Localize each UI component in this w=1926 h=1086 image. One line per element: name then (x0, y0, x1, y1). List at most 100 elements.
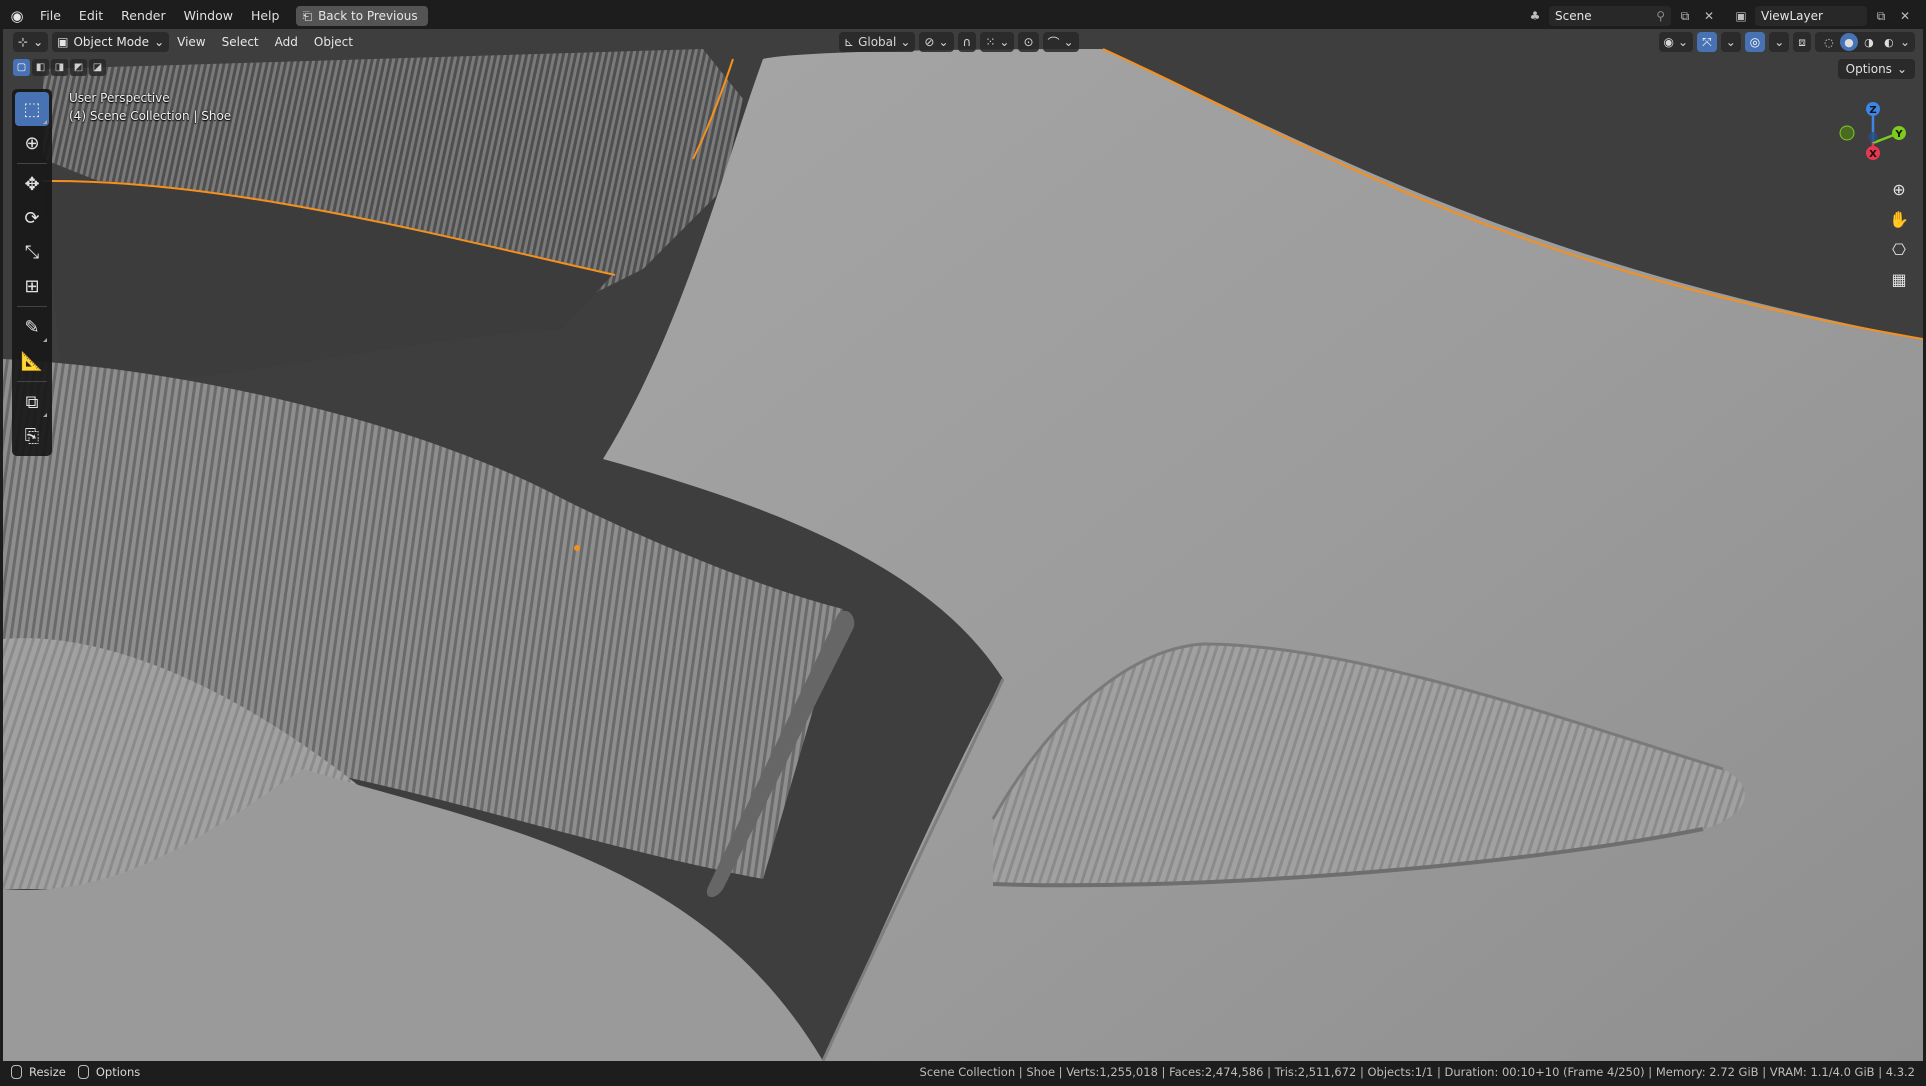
snap-target-dropdown[interactable]: ⁙ ⌄ (980, 32, 1015, 52)
shoe-model-render[interactable] (3, 29, 1923, 1061)
falloff-curve-icon: ⌒ (1047, 35, 1060, 50)
toolbar-divider (17, 381, 47, 382)
mode-label: Object Mode (73, 35, 150, 49)
view-layer-browse-icon[interactable]: ▣ (1731, 6, 1751, 26)
scene-browse-icon[interactable]: ♣ (1525, 6, 1545, 26)
axis-editor-icon: ⊹ (18, 35, 29, 49)
z-axis-label: Z (1869, 105, 1876, 116)
y-axis-label: Y (1894, 129, 1903, 140)
snap-toggle[interactable]: ∩ (957, 32, 977, 52)
collection-info-label: (4) Scene Collection | Shoe (69, 109, 232, 123)
wireframe-shading-icon[interactable]: ◌ (1820, 33, 1838, 51)
ortho-grid-icon[interactable]: ▦ (1885, 265, 1913, 293)
neg-z-axis-handle (1868, 132, 1878, 142)
dropdown-chevron-icon: ⌄ (33, 35, 44, 49)
dropdown-chevron-icon: ⌄ (1725, 35, 1736, 49)
menu-render[interactable]: Render (112, 3, 175, 29)
3d-viewport[interactable]: ⊹ ⌄ ▣ Object Mode ⌄ View Select Add Objec… (3, 29, 1923, 1061)
mode-dropdown[interactable]: ▣ Object Mode ⌄ (52, 32, 170, 52)
view-layer-name: ViewLayer (1761, 9, 1823, 23)
camera-view-icon[interactable]: ⎔ (1885, 235, 1913, 263)
orientation-gizmo[interactable]: Z Y X (1829, 97, 1919, 187)
delete-scene-icon[interactable]: ✕ (1699, 6, 1719, 26)
menu-object[interactable]: Object (306, 32, 361, 52)
options-hint: Options (95, 1065, 141, 1079)
select-subtract-icon[interactable]: ◨ (51, 59, 68, 76)
menu-window[interactable]: Window (175, 3, 242, 29)
transform-icon[interactable]: ⊞ (15, 269, 49, 303)
add-object-icon[interactable]: ⎘ (15, 419, 49, 453)
dropdown-chevron-icon: ⌄ (999, 35, 1010, 49)
menu-file[interactable]: File (31, 3, 70, 29)
select-extend-icon[interactable]: ◧ (32, 59, 49, 76)
dropdown-chevron-icon: ⌄ (154, 35, 165, 49)
material-shading-icon[interactable]: ◑ (1860, 33, 1878, 51)
view-layer-field[interactable]: ViewLayer (1755, 6, 1867, 26)
zoom-icon[interactable]: ⊕ (1885, 175, 1913, 203)
overlays-icon: ◎ (1749, 35, 1761, 49)
orientation-dropdown[interactable]: ⊾ Global ⌄ (839, 32, 916, 52)
back-icon: ⎗ (302, 8, 313, 23)
toolbar-divider (17, 163, 47, 164)
dropdown-chevron-icon: ⌄ (1774, 35, 1785, 49)
toolbar-divider (17, 306, 47, 307)
menu-edit[interactable]: Edit (70, 3, 112, 29)
x-axis-label: X (1869, 149, 1877, 160)
select-intersect-icon[interactable]: ◪ (89, 59, 106, 76)
xray-icon: ⧈ (1798, 34, 1806, 49)
overlays-toggle[interactable]: ◎ (1744, 32, 1766, 52)
overlays-dropdown[interactable]: ⌄ (1769, 32, 1790, 52)
falloff-dropdown[interactable]: ⌒ ⌄ (1042, 32, 1079, 52)
select-invert-icon[interactable]: ◩ (70, 59, 87, 76)
select-box-icon[interactable]: ⬚ (15, 92, 49, 126)
neg-y-axis-handle (1839, 125, 1855, 141)
new-scene-icon[interactable]: ⧉ (1675, 6, 1695, 26)
proportional-edit-toggle[interactable]: ⊙ (1018, 32, 1039, 52)
xray-toggle[interactable]: ⧈ (1793, 32, 1811, 52)
rendered-shading-icon[interactable]: ◐ (1880, 33, 1898, 51)
options-dropdown[interactable]: Options ⌄ (1837, 59, 1915, 79)
pin-icon[interactable]: ⚲ (1656, 9, 1665, 23)
gizmo-icon: ⤧ (1702, 34, 1712, 49)
gizmo-toggle[interactable]: ⤧ (1697, 32, 1717, 52)
annotate-icon[interactable]: ✎ (15, 310, 49, 344)
cursor-icon[interactable]: ⊕ (15, 126, 49, 160)
top-menu-bar: ◉ File Edit Render Window Help ⎗ Back to… (3, 3, 1923, 29)
delete-view-layer-icon[interactable]: ✕ (1895, 6, 1915, 26)
select-new-icon[interactable]: ▢ (13, 59, 30, 76)
add-cube-icon[interactable]: ⧉ (15, 385, 49, 419)
status-hints: Resize Options (3, 1065, 140, 1079)
scale-icon[interactable]: ⤡ (15, 235, 49, 269)
visibility-dropdown[interactable]: ◉ ⌄ (1658, 32, 1694, 52)
scene-statistics: Scene Collection | Shoe | Verts:1,255,01… (919, 1065, 1915, 1079)
pan-hand-icon[interactable]: ✋ (1885, 205, 1913, 233)
pivot-icon: ⊘ (924, 35, 935, 49)
menu-help[interactable]: Help (242, 3, 289, 29)
shading-modes: ◌ ● ◑ ◐ ⌄ (1814, 32, 1915, 52)
measure-icon[interactable]: 📐 (15, 344, 49, 378)
menu-select[interactable]: Select (214, 32, 267, 52)
editor-type-button[interactable]: ⊹ ⌄ (13, 32, 49, 52)
back-to-previous-button[interactable]: ⎗ Back to Previous (296, 6, 428, 26)
move-icon[interactable]: ✥ (15, 167, 49, 201)
transform-tools: ⊾ Global ⌄ ⊘ ⌄ ∩ ⁙ ⌄ ⊙ ⌒ ⌄ (839, 32, 1079, 52)
dropdown-chevron-icon[interactable]: ⌄ (1900, 35, 1910, 49)
mouse-right-icon (77, 1065, 89, 1079)
menu-add[interactable]: Add (267, 32, 306, 52)
orientation-icon: ⊾ (844, 35, 855, 49)
dropdown-chevron-icon: ⌄ (938, 35, 949, 49)
dropdown-chevron-icon: ⌄ (1063, 35, 1074, 49)
new-view-layer-icon[interactable]: ⧉ (1871, 6, 1891, 26)
proportional-edit-icon: ⊙ (1023, 35, 1034, 49)
status-bar: Resize Options Scene Collection | Shoe |… (3, 1061, 1923, 1083)
workspace-fields: ♣ Scene ⚲ ⧉ ✕ ▣ ViewLayer ⧉ ✕ (1525, 6, 1915, 26)
scene-field[interactable]: Scene ⚲ (1549, 6, 1671, 26)
solid-shading-icon[interactable]: ● (1839, 33, 1858, 51)
blender-logo-icon[interactable]: ◉ (3, 3, 31, 29)
gizmo-dropdown[interactable]: ⌄ (1720, 32, 1741, 52)
object-mode-icon: ▣ (57, 35, 69, 49)
rotate-icon[interactable]: ⟳ (15, 201, 49, 235)
pivot-dropdown[interactable]: ⊘ ⌄ (919, 32, 954, 52)
eye-icon: ◉ (1663, 35, 1675, 49)
menu-view[interactable]: View (169, 32, 213, 52)
